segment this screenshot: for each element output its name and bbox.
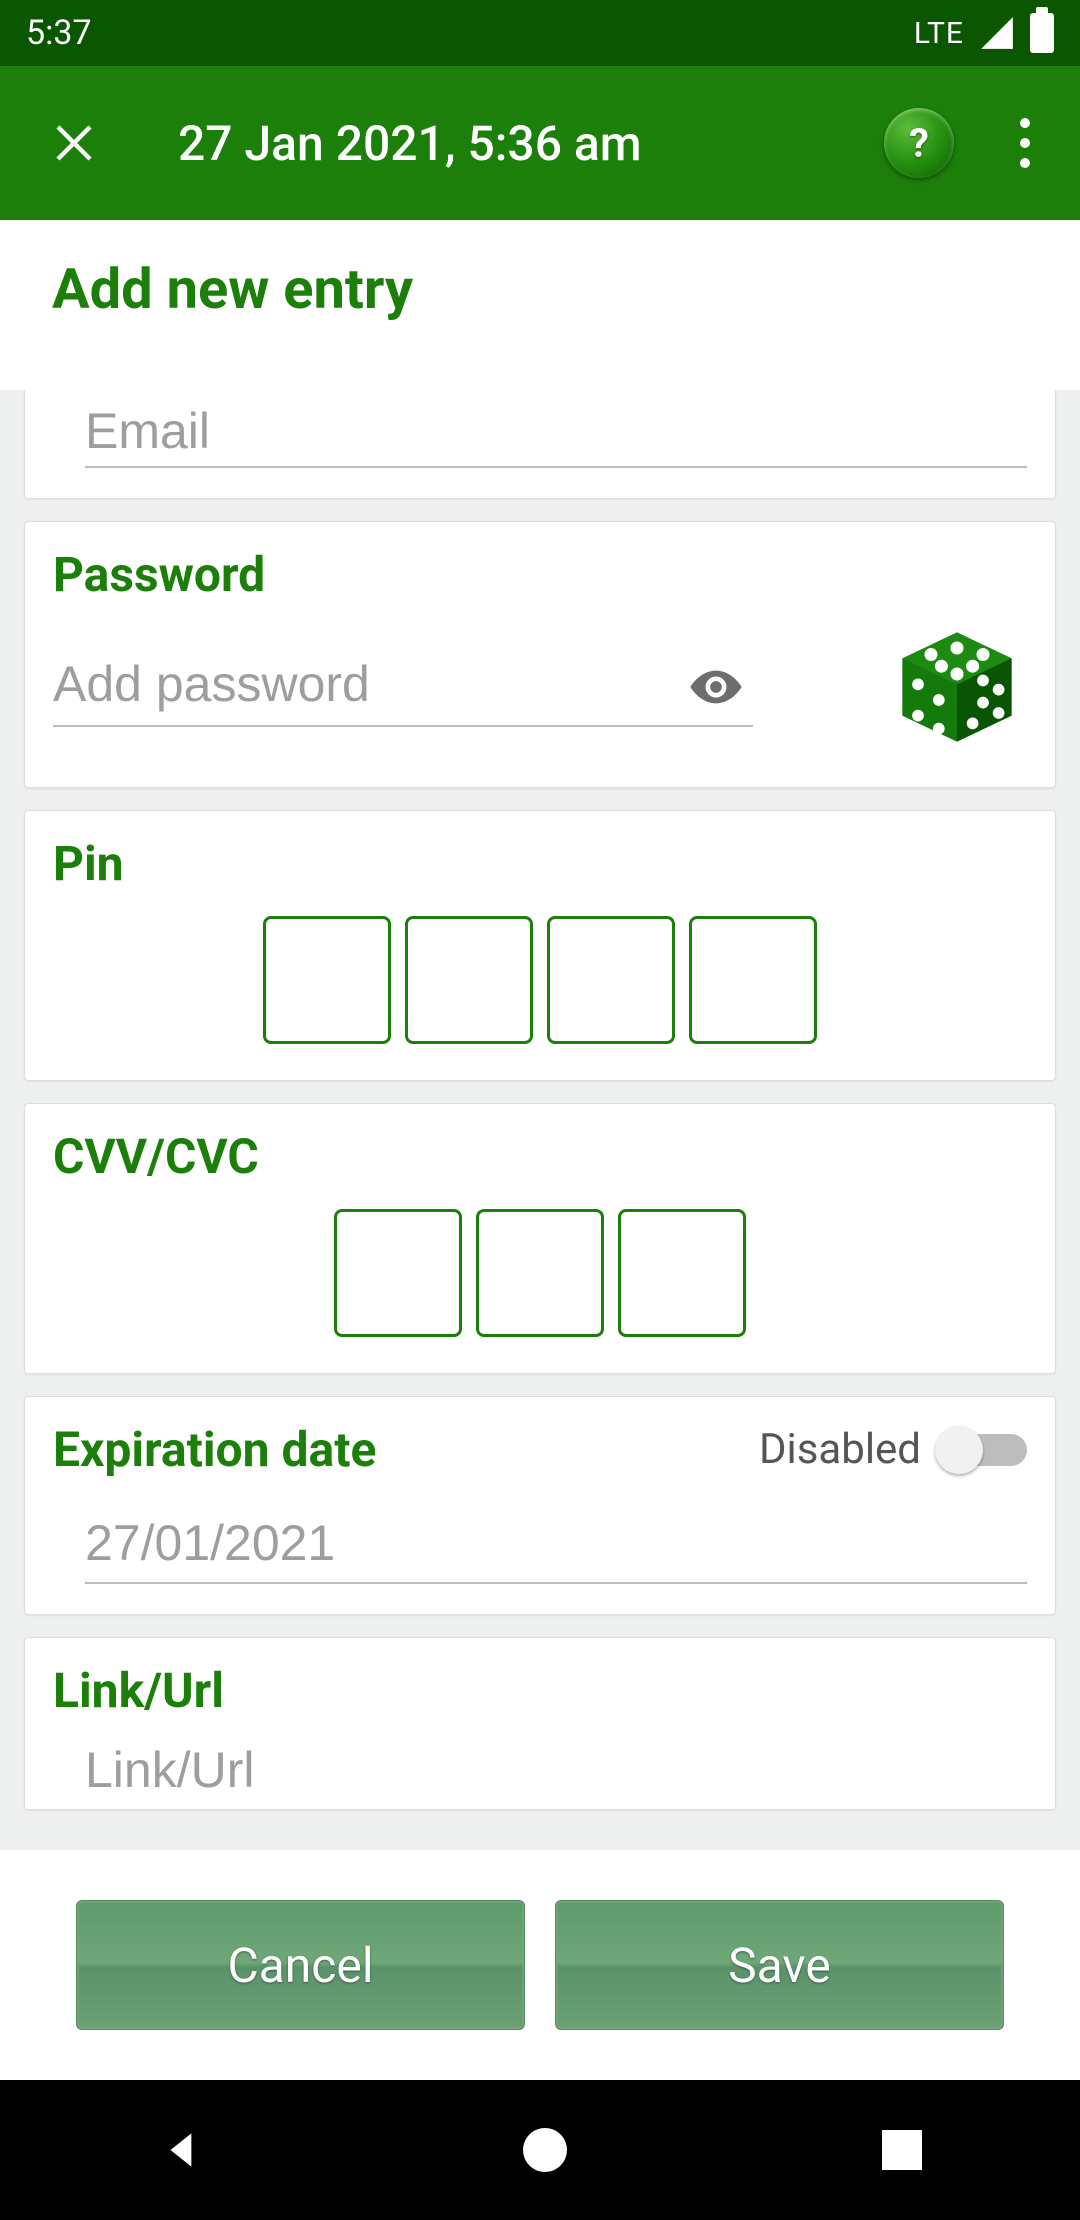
content-area: Add new entry Password — [0, 220, 1080, 1850]
link-field[interactable] — [85, 1733, 1027, 1809]
expiration-date-field[interactable] — [85, 1506, 1027, 1584]
link-card: Link/Url — [24, 1637, 1056, 1810]
close-button[interactable] — [44, 113, 104, 173]
help-button[interactable]: ? — [884, 108, 954, 178]
appbar-title: 27 Jan 2021, 5:36 am — [178, 115, 884, 172]
navigation-bar — [0, 2080, 1080, 2220]
pin-card: Pin — [24, 810, 1056, 1081]
nav-home-button[interactable] — [523, 2128, 567, 2172]
form-scroll-area[interactable]: Password — [0, 390, 1080, 1850]
expiration-toggle-label: Disabled — [759, 1425, 921, 1474]
cvv-digit-1[interactable] — [334, 1209, 462, 1337]
cancel-button[interactable]: Cancel — [76, 1900, 525, 2030]
pin-digit-1[interactable] — [263, 916, 391, 1044]
signal-icon — [978, 14, 1016, 52]
cvv-card: CVV/CVC — [24, 1103, 1056, 1374]
help-icon: ? — [909, 120, 929, 167]
home-icon — [523, 2128, 567, 2172]
expiration-card: Expiration date Disabled — [24, 1396, 1056, 1615]
eye-icon — [688, 659, 744, 715]
password-field[interactable] — [53, 647, 753, 727]
status-time: 5:37 — [26, 13, 914, 53]
cvv-digit-2[interactable] — [476, 1209, 604, 1337]
password-label: Password — [53, 546, 1027, 603]
dice-icon — [892, 622, 1022, 752]
expiration-label: Expiration date — [53, 1421, 376, 1478]
save-button[interactable]: Save — [555, 1900, 1004, 2030]
nav-recent-button[interactable] — [882, 2130, 922, 2170]
app-bar: 27 Jan 2021, 5:36 am ? — [0, 66, 1080, 220]
nav-back-button[interactable] — [158, 2125, 208, 2175]
cvv-digit-3[interactable] — [618, 1209, 746, 1337]
email-card — [24, 390, 1056, 499]
pin-label: Pin — [53, 835, 1027, 892]
back-icon — [158, 2125, 208, 2175]
cvv-label: CVV/CVC — [53, 1128, 1027, 1185]
more-options-button[interactable] — [1000, 113, 1050, 173]
pin-digit-2[interactable] — [405, 916, 533, 1044]
page-title: Add new entry — [0, 220, 1080, 346]
generate-password-button[interactable] — [887, 617, 1027, 757]
battery-icon — [1030, 13, 1054, 53]
password-card: Password — [24, 521, 1056, 788]
toggle-visibility-button[interactable] — [681, 652, 751, 722]
network-label: LTE — [914, 16, 964, 51]
email-field[interactable] — [85, 394, 1027, 468]
pin-digit-3[interactable] — [547, 916, 675, 1044]
link-label: Link/Url — [53, 1662, 1027, 1719]
recent-icon — [882, 2130, 922, 2170]
expiration-toggle[interactable] — [935, 1426, 1027, 1474]
pin-digit-4[interactable] — [689, 916, 817, 1044]
status-bar: 5:37 LTE — [0, 0, 1080, 66]
action-bar: Cancel Save — [0, 1850, 1080, 2080]
